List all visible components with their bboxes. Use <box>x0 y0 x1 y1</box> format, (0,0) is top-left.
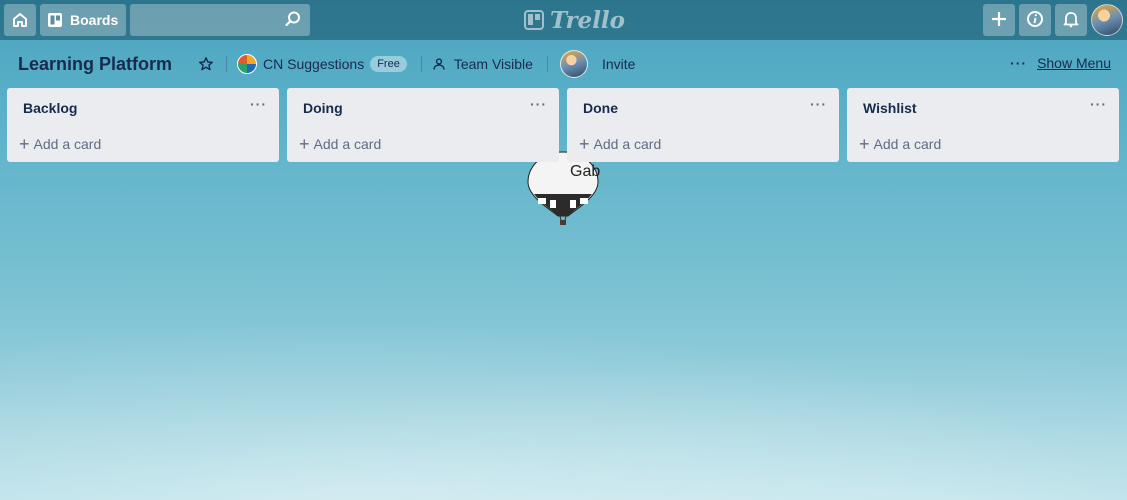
divider <box>226 56 228 72</box>
trello-logo[interactable]: Trello <box>524 6 625 34</box>
search-input[interactable] <box>99 4 285 36</box>
add-card-label: Add a card <box>313 136 382 152</box>
visibility-button[interactable]: Team Visible <box>432 56 533 72</box>
more-dots-icon: ··· <box>1010 55 1028 71</box>
add-card-label: Add a card <box>593 136 662 152</box>
add-card-button[interactable]: + Add a card <box>579 134 662 154</box>
divider <box>546 56 548 72</box>
board-lists: Backlog ··· + Add a card Doing ··· + Add… <box>7 88 1127 162</box>
visibility-label: Team Visible <box>453 56 533 72</box>
plus-icon <box>990 10 1008 31</box>
home-button[interactable] <box>4 4 36 36</box>
search-icon[interactable] <box>284 10 302 31</box>
show-menu-button[interactable]: ··· Show Menu <box>1010 55 1111 71</box>
team-visibility-icon <box>432 57 446 71</box>
search-box[interactable] <box>99 4 311 36</box>
user-avatar[interactable] <box>1091 4 1123 36</box>
add-card-label: Add a card <box>33 136 102 152</box>
add-card-label: Add a card <box>873 136 942 152</box>
list-title[interactable]: Done <box>583 100 618 116</box>
trello-logo-text: Trello <box>550 6 626 34</box>
plus-icon: + <box>19 134 30 154</box>
list-done[interactable]: Done ··· + Add a card <box>567 88 839 162</box>
add-card-button[interactable]: + Add a card <box>19 134 102 154</box>
list-menu-icon[interactable]: ··· <box>810 96 827 112</box>
info-button[interactable] <box>1019 4 1051 36</box>
board-header: Learning Platform CN Suggestions Free Te… <box>0 40 1127 88</box>
divider <box>420 56 422 72</box>
add-card-button[interactable]: + Add a card <box>859 134 942 154</box>
team-plan-badge: Free <box>370 56 407 72</box>
list-title[interactable]: Wishlist <box>863 100 917 116</box>
balloon-text: Gab <box>570 163 600 180</box>
top-header: Boards Trello <box>0 0 1127 40</box>
list-title[interactable]: Doing <box>303 100 343 116</box>
team-button[interactable]: CN Suggestions Free <box>237 54 407 74</box>
member-avatar[interactable] <box>559 50 588 78</box>
info-icon <box>1026 10 1044 31</box>
notifications-button[interactable] <box>1055 4 1087 36</box>
board-title[interactable]: Learning Platform <box>18 54 172 75</box>
list-menu-icon[interactable]: ··· <box>530 96 547 112</box>
trello-logo-icon <box>524 10 544 30</box>
list-doing[interactable]: Doing ··· + Add a card <box>287 88 559 162</box>
invite-button[interactable]: Invite <box>602 56 635 72</box>
list-backlog[interactable]: Backlog ··· + Add a card <box>7 88 279 162</box>
list-wishlist[interactable]: Wishlist ··· + Add a card <box>847 88 1119 162</box>
star-icon[interactable] <box>198 56 214 72</box>
plus-icon: + <box>859 134 870 154</box>
list-title[interactable]: Backlog <box>23 100 77 116</box>
bell-icon <box>1062 10 1080 31</box>
list-menu-icon[interactable]: ··· <box>250 96 267 112</box>
plus-icon: + <box>579 134 590 154</box>
show-menu-label: Show Menu <box>1037 55 1111 71</box>
team-name: CN Suggestions <box>263 56 365 72</box>
team-logo <box>237 54 258 74</box>
list-menu-icon[interactable]: ··· <box>1090 96 1107 112</box>
header-actions <box>979 4 1123 36</box>
home-icon <box>11 11 29 29</box>
background-haze <box>0 320 1127 500</box>
boards-icon <box>46 11 64 29</box>
add-card-button[interactable]: + Add a card <box>299 134 382 154</box>
plus-icon: + <box>299 134 310 154</box>
create-button[interactable] <box>983 4 1015 36</box>
